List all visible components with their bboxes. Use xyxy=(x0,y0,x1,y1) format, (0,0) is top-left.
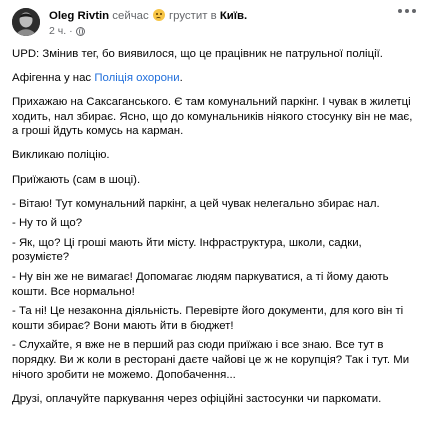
facebook-post: Oleg Rivtin сейчас грустит в Київ. 2 ч. … xyxy=(0,0,428,447)
dialogue-line: - Як, що? Ці гроші мають йти місту. Інфр… xyxy=(12,236,362,264)
dialogue-line: - Ну то й що? xyxy=(12,217,83,230)
feeling-text: грустит в xyxy=(169,10,217,22)
tag-line-suffix: . xyxy=(179,72,183,85)
post-body: UPD: Змінив тег, бо виявилося, що це пра… xyxy=(12,47,418,406)
post-time-line: 2 ч. · xyxy=(49,24,247,38)
author-name[interactable]: Oleg Rivtin xyxy=(49,10,109,22)
separator-dot: · xyxy=(69,25,73,37)
dialogue-line: - Вітаю! Тут комунальний паркінг, а цей … xyxy=(12,197,380,210)
dialogue-line: - Ну він же не вимагає! Допомагає людям … xyxy=(12,271,389,298)
police-tag-link[interactable]: Поліція охорони xyxy=(94,72,179,84)
post-paragraph: Друзі, оплачуйте паркування через офіцій… xyxy=(12,392,382,405)
place-link[interactable]: Київ. xyxy=(220,10,247,22)
post-meta: Oleg Rivtin сейчас грустит в Київ. 2 ч. … xyxy=(49,8,247,38)
status-prefix: сейчас xyxy=(112,10,149,22)
globe-icon[interactable] xyxy=(75,26,85,36)
post-title-line: Oleg Rivtin сейчас грустит в Київ. xyxy=(49,9,247,24)
more-dot xyxy=(405,9,409,13)
more-dot xyxy=(412,9,416,13)
tag-line-prefix: Афігенна у нас xyxy=(12,72,92,85)
post-time[interactable]: 2 ч. xyxy=(49,24,66,38)
avatar-image xyxy=(12,8,40,36)
user-avatar[interactable] xyxy=(12,8,40,36)
post-paragraph: Прихажаю на Саксаганського. Є там комуна… xyxy=(12,96,413,138)
dialogue-line: - Слухайте, я вже не в перший раз сюди п… xyxy=(12,339,410,381)
more-dot xyxy=(398,9,402,13)
sad-face-emoji xyxy=(152,9,165,21)
tag-line: Афігенна у нас Поліція охорони. xyxy=(12,71,418,86)
dialogue-line: - Та ні! Це незаконна діяльність. Переві… xyxy=(12,305,404,332)
more-options-icon[interactable] xyxy=(398,9,416,13)
post-paragraph: Викликаю поліцію. xyxy=(12,149,110,162)
post-paragraph: Приїжають (сам в шоці). xyxy=(12,173,141,186)
post-header: Oleg Rivtin сейчас грустит в Київ. 2 ч. … xyxy=(12,8,418,42)
post-paragraph: UPD: Змінив тег, бо виявилося, що це пра… xyxy=(12,48,383,60)
